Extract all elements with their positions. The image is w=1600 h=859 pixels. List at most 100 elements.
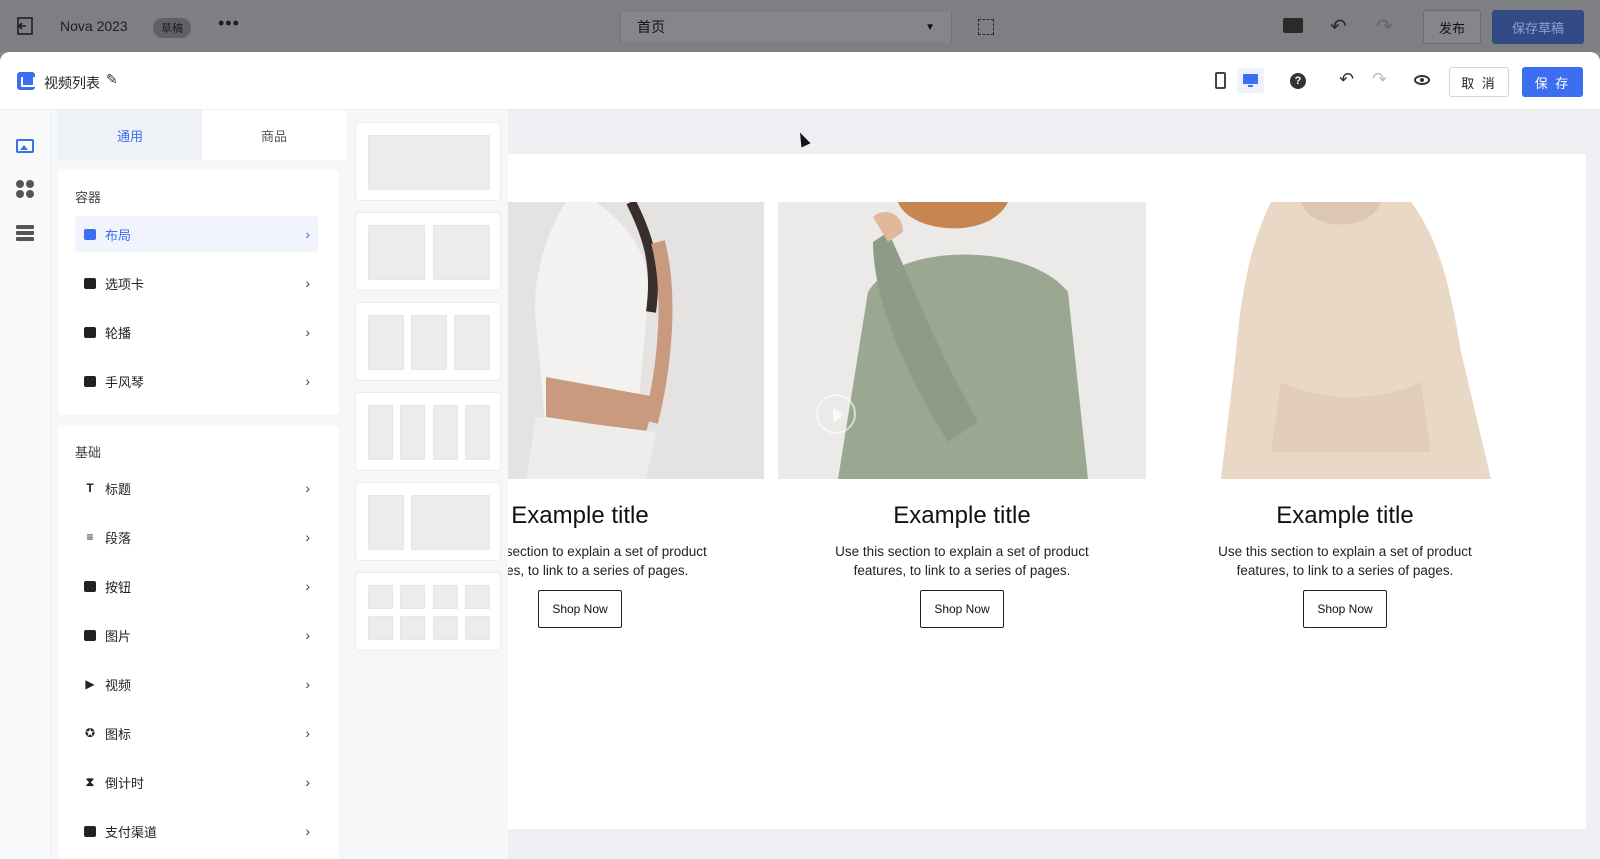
media-icon[interactable] [13, 134, 37, 158]
help-icon[interactable]: ? [1290, 73, 1306, 89]
component-tabs: 通用 商品 [58, 110, 346, 160]
group-title: 基础 [75, 445, 102, 460]
section-title: 视频列表 [44, 75, 100, 91]
cancel-button[interactable]: 取 消 [1449, 67, 1509, 97]
tab-general[interactable]: 通用 [58, 110, 202, 160]
card-image[interactable] [508, 202, 764, 479]
layout-variant-1-2[interactable] [355, 482, 501, 561]
component-item-paragraph[interactable]: ≡ 段落 › [75, 519, 318, 555]
save-button[interactable]: 保 存 [1522, 67, 1583, 97]
wallet-icon [83, 824, 97, 838]
card-title: Example title [893, 502, 1031, 529]
mobile-view-icon[interactable] [1215, 72, 1226, 89]
button-icon [83, 579, 97, 593]
app-topbar: Nova 2023 草稿 ••• 首页 ▼ ↶ ↷ 发布 保存草稿 [0, 0, 1600, 52]
undo-icon[interactable]: ↶ [1339, 69, 1354, 90]
publish-button[interactable]: 发布 [1423, 10, 1481, 44]
chevron-right-icon: › [305, 774, 310, 790]
card-description: Use this section to explain a set of pro… [508, 542, 764, 580]
basic-group: 基础 T 标题 › ≡ 段落 › 按钮 › 图片 › ▶ 视频 › ✪ 图标 ›… [58, 426, 339, 859]
container-group: 容器 布局 › 选项卡 › 轮播 › 手风琴 › [58, 170, 339, 415]
card-description-line: features, to link to a series of pages. [508, 563, 689, 578]
sections-list-icon[interactable] [13, 221, 37, 245]
left-icon-rail [0, 110, 51, 859]
component-item-countdown[interactable]: ⧗ 倒计时 › [75, 764, 318, 800]
chevron-right-icon: › [305, 627, 310, 643]
video-icon: ▶ [85, 677, 95, 691]
chevron-right-icon: › [305, 480, 310, 496]
component-item-payment[interactable]: 支付渠道 › [75, 813, 318, 849]
exit-icon[interactable] [16, 16, 36, 36]
component-item-image[interactable]: 图片 › [75, 617, 318, 653]
layout-variant-3col[interactable] [355, 302, 501, 381]
card-title: Example title [511, 502, 649, 529]
preview-canvas: Example title Use this section to explai… [508, 110, 1600, 859]
shop-now-button[interactable]: Shop Now [1303, 590, 1387, 628]
star-icon: ✪ [84, 726, 96, 740]
redo-icon[interactable]: ↷ [1376, 14, 1393, 39]
card-image[interactable] [1161, 202, 1529, 479]
carousel-icon [83, 325, 97, 339]
draft-badge: 草稿 [153, 18, 191, 38]
model-photo [778, 202, 1146, 479]
card-description-line: Use this section to explain a set of pro… [508, 544, 707, 559]
select-area-icon[interactable] [978, 19, 994, 35]
item-label: 视频 [105, 677, 132, 693]
item-label: 图片 [105, 628, 132, 644]
item-label: 轮播 [105, 325, 132, 341]
component-item-icon[interactable]: ✪ 图标 › [75, 715, 318, 751]
page-section: Example title Use this section to explai… [508, 154, 1586, 829]
tabs-icon [83, 276, 97, 290]
save-draft-button[interactable]: 保存草稿 [1492, 10, 1584, 44]
layout-variant-grid[interactable] [355, 572, 501, 651]
chevron-down-icon: ▼ [925, 21, 935, 33]
card-description-line: Use this section to explain a set of pro… [835, 544, 1089, 559]
paragraph-icon: ≡ [86, 530, 94, 544]
edit-pencil-icon[interactable]: ✎ [106, 71, 118, 88]
shop-now-button[interactable]: Shop Now [920, 590, 1004, 628]
component-panel: 通用 商品 容器 布局 › 选项卡 › 轮播 › 手风琴 › 基础 T 标题 ›… [51, 110, 346, 859]
layout-variant-2col[interactable] [355, 212, 501, 291]
component-item-tabs[interactable]: 选项卡 › [75, 265, 318, 301]
site-name: Nova 2023 [60, 18, 128, 34]
chevron-right-icon: › [305, 275, 310, 291]
chevron-right-icon: › [305, 823, 310, 839]
chevron-right-icon: › [305, 578, 310, 594]
desktop-view-icon[interactable] [1237, 68, 1264, 93]
card-description-line: features, to link to a series of pages. [853, 563, 1071, 578]
tab-products[interactable]: 商品 [202, 110, 346, 160]
card-image[interactable] [778, 202, 1146, 479]
monitor-icon[interactable] [1283, 18, 1303, 33]
chevron-right-icon: › [305, 529, 310, 545]
accordion-icon [83, 374, 97, 388]
item-label: 选项卡 [105, 276, 145, 292]
layout-variant-4col[interactable] [355, 392, 501, 471]
redo-icon[interactable]: ↷ [1372, 69, 1387, 90]
editor-panel: 视频列表 ✎ ? ↶ ↷ 取 消 保 存 通用 商品 容器 布局 › 选项卡 ›… [0, 52, 1600, 859]
page-select-value: 首页 [637, 19, 665, 35]
more-icon[interactable]: ••• [218, 13, 240, 34]
layers-icon [17, 72, 35, 90]
undo-icon[interactable]: ↶ [1330, 14, 1347, 39]
play-icon[interactable] [816, 394, 856, 434]
component-item-layout[interactable]: 布局 › [75, 216, 318, 252]
item-label: 倒计时 [105, 775, 145, 791]
item-label: 按钮 [105, 579, 132, 595]
component-item-accordion[interactable]: 手风琴 › [75, 363, 318, 399]
card-description-line: Use this section to explain a set of pro… [1218, 544, 1472, 559]
layout-variants [346, 110, 508, 859]
component-item-video[interactable]: ▶ 视频 › [75, 666, 318, 702]
preview-eye-icon[interactable] [1414, 75, 1430, 85]
item-label: 图标 [105, 726, 132, 742]
component-item-button[interactable]: 按钮 › [75, 568, 318, 604]
shop-now-button[interactable]: Shop Now [538, 590, 622, 628]
model-photo [508, 202, 764, 479]
page-select[interactable]: 首页 ▼ [620, 12, 952, 42]
component-item-heading[interactable]: T 标题 › [75, 470, 318, 506]
chevron-right-icon: › [305, 226, 310, 242]
layout-variant-1col[interactable] [355, 122, 501, 201]
component-item-carousel[interactable]: 轮播 › [75, 314, 318, 350]
components-icon[interactable] [13, 177, 37, 201]
card-description-line: features, to link to a series of pages. [1236, 563, 1454, 578]
card-title: Example title [1276, 502, 1414, 529]
